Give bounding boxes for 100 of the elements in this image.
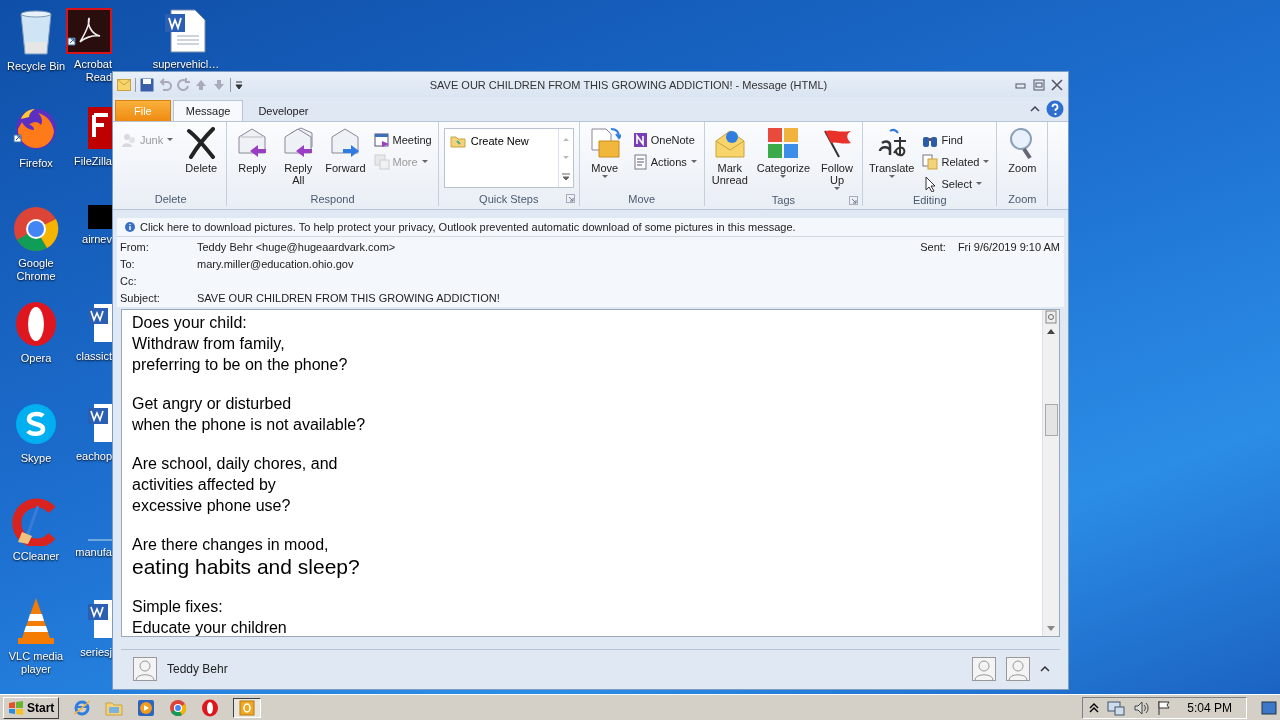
onenote-icon [631, 131, 648, 148]
dialog-launcher-icon[interactable] [849, 196, 858, 205]
desktop-icon-label: Skype [20, 452, 52, 465]
desktop-icon-label: CCleaner [12, 550, 60, 563]
clock: 5:04 PM [1187, 700, 1232, 715]
outlook-taskbar-button[interactable] [233, 697, 262, 718]
reply-icon [236, 127, 269, 159]
message-text: eating habits and sleep? [132, 555, 360, 578]
ribbon-button[interactable]: Related [919, 151, 994, 172]
ribbon-button[interactable]: Categorize [753, 125, 813, 181]
reply-all-icon [282, 127, 315, 159]
ribbon-button[interactable]: Translate [866, 125, 918, 181]
message-text: activities affected by [132, 475, 276, 495]
message-text: Does your child: [132, 313, 247, 333]
documents-icon [922, 153, 939, 170]
network-icon[interactable] [1107, 699, 1126, 716]
chrome-icon [12, 205, 60, 253]
message-text: Withdraw from family, [132, 334, 285, 354]
ribbon-tab[interactable]: Developer [245, 100, 322, 121]
ribbon-button[interactable]: Zoom [1000, 125, 1045, 176]
ribbon-button[interactable]: OneNote [628, 129, 701, 150]
move-icon [588, 127, 621, 159]
calendar-icon [373, 131, 390, 148]
actions-icon [631, 153, 648, 170]
info-bar-message[interactable]: Click here to download pictures. To help protect your privacy, Outlook prevented automatic download of some pictures in this message. [140, 221, 796, 233]
start-button[interactable]: Start [3, 696, 60, 719]
ribbon-button[interactable]: Mark Unread [707, 125, 752, 188]
sent-date: Fri 9/6/2019 9:10 AM [957, 240, 1060, 255]
header-label: To: [120, 257, 136, 272]
picture-settings-icon[interactable] [1045, 310, 1057, 324]
color-squares-icon [767, 127, 800, 159]
ribbon-button[interactable]: Move [582, 125, 627, 181]
header-value: Teddy Behr <huge@hugeaardvark.com> [197, 240, 397, 255]
desktop-icon-label: Acrobat Read [74, 58, 112, 84]
desktop-icon-label: FileZilla [74, 155, 112, 168]
maximize-icon[interactable] [1032, 78, 1046, 91]
document-icon [163, 8, 209, 54]
desktop-icon-label: airnev [81, 233, 112, 246]
ribbon-button[interactable]: Actions [628, 151, 701, 172]
message-text: Get angry or disturbed [132, 394, 292, 414]
speaker-icon[interactable] [1133, 699, 1150, 716]
ribbon-button[interactable]: Delete [179, 125, 224, 176]
desktop-icon-label: eachop [74, 450, 112, 463]
envelope-icon[interactable] [117, 78, 131, 91]
message-text: Educate your children [132, 618, 287, 638]
desktop-icon-label: seriesj [79, 646, 112, 659]
ribbon-button[interactable]: Meeting [370, 129, 435, 150]
desktop-icon-label: classict [74, 350, 112, 363]
message-text: Simple fixes: [132, 597, 223, 617]
down-arrow-icon[interactable] [212, 77, 226, 92]
ribbon-group-label: Delete [154, 192, 187, 205]
ribbon-button[interactable]: Forward [322, 125, 369, 176]
expand-icon[interactable] [1040, 665, 1050, 673]
customize-menu-icon[interactable] [235, 79, 243, 90]
collapse-ribbon-icon[interactable] [1030, 105, 1040, 113]
scrollbar-thumb[interactable] [1044, 404, 1058, 436]
dialog-launcher-icon[interactable] [565, 194, 575, 203]
message-text: excessive phone use? [132, 496, 291, 516]
info-icon [125, 222, 135, 232]
ribbon-button[interactable]: Select [919, 173, 994, 194]
redo-icon[interactable] [176, 77, 190, 92]
show-hidden-icons-icon[interactable] [1089, 701, 1100, 714]
grid-icon [373, 153, 390, 170]
ribbon-button[interactable]: Reply [230, 125, 275, 176]
header-label: Cc: [120, 274, 138, 289]
window-title: SAVE OUR CHILDREN FROM THIS GROWING ADDICTION! - Message (HTML) [428, 78, 829, 91]
header-label: From: [120, 240, 150, 255]
message-text: Are there changes in mood, [132, 535, 329, 555]
ribbon-group-label: Respond [310, 192, 355, 205]
people-icon [121, 131, 137, 148]
desktop-icon-label: Google Chrome [15, 257, 57, 283]
header-value: SAVE OUR CHILDREN FROM THIS GROWING ADDICTION! [197, 291, 501, 306]
folder-icon [449, 134, 466, 148]
flag-icon [821, 127, 853, 159]
ribbon-button[interactable]: Follow Up [815, 125, 859, 193]
acrobat-icon [66, 8, 112, 54]
ribbon-button[interactable]: Reply All [276, 125, 321, 188]
opera-icon[interactable] [201, 698, 220, 717]
message-text: preferring to be on the phone? [132, 355, 348, 375]
message-text: when the phone is not available? [132, 415, 366, 435]
header-label: Sent: [920, 240, 946, 255]
chrome-icon[interactable] [169, 698, 188, 717]
outlook-app-icon [239, 699, 256, 716]
ribbon-group-label: Move [628, 192, 656, 205]
contact-name: Teddy Behr [167, 662, 229, 676]
help-icon[interactable] [1046, 100, 1064, 118]
desktop-icon-label: Firefox [19, 157, 53, 170]
close-icon[interactable] [1050, 78, 1064, 91]
ribbon-group-label: Zoom [1008, 192, 1037, 205]
save-icon[interactable] [140, 77, 154, 92]
avatar-icon [1006, 657, 1030, 681]
desktop-icon-label: supervehicl… [152, 58, 220, 71]
ribbon-tab[interactable]: Message [172, 100, 244, 121]
filezilla-icon [88, 105, 112, 151]
flag-icon[interactable] [1157, 699, 1172, 716]
show-desktop-icon[interactable] [1261, 698, 1277, 717]
internet-explorer-icon[interactable] [73, 698, 92, 717]
ribbon-button[interactable]: Find [919, 129, 994, 150]
quick-step-item[interactable]: Create New [447, 132, 531, 150]
media-player-icon[interactable] [137, 698, 156, 717]
